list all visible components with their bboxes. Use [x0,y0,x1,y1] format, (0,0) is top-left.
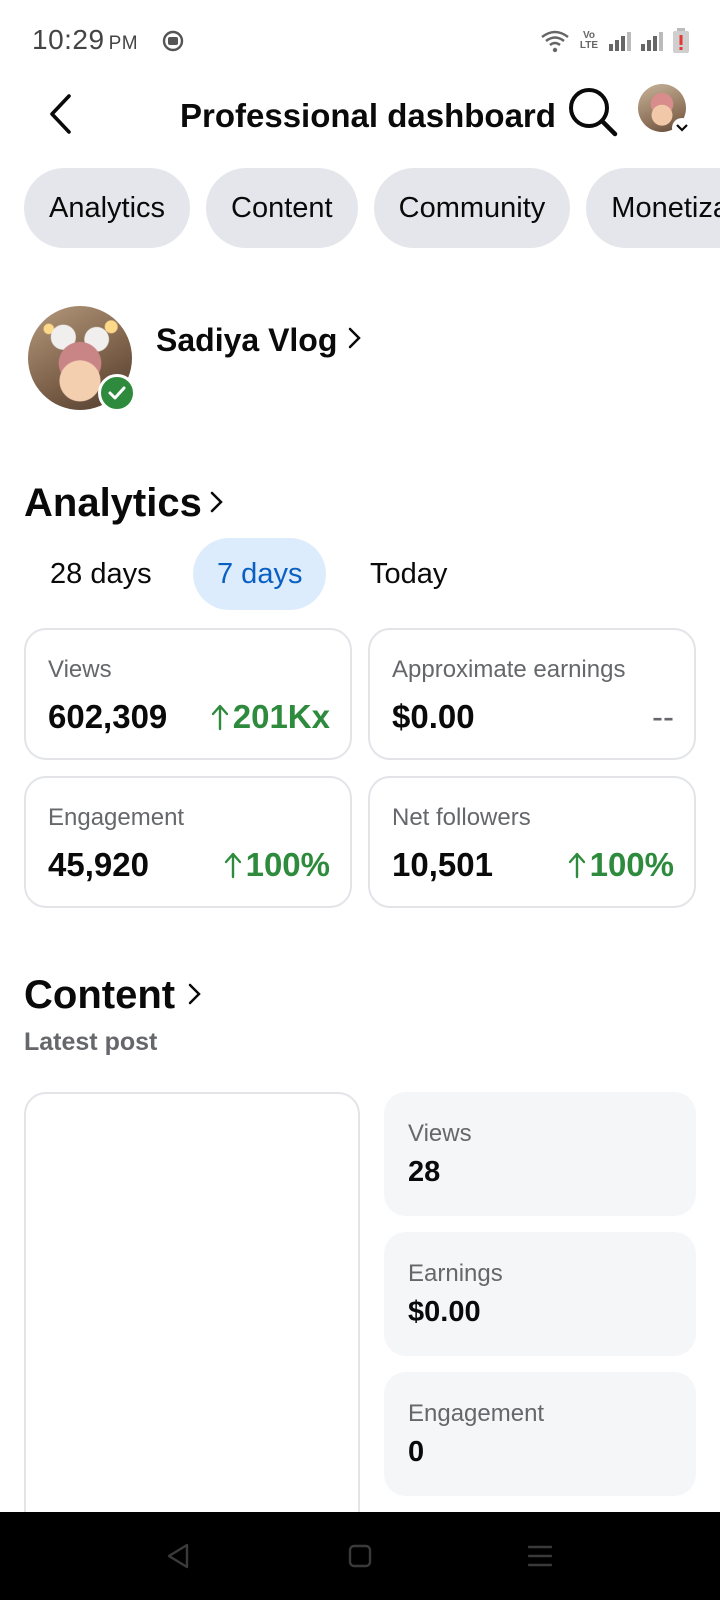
nav-menu-icon [527,1545,553,1567]
metric-label: Earnings [408,1260,503,1287]
stat-value: 45,920 [48,846,149,883]
post-metric-views: Views 28 [384,1092,696,1216]
nav-back-icon [167,1543,189,1569]
analytics-heading[interactable]: Analytics [24,478,202,528]
stat-label: Approximate earnings [392,656,626,683]
chip-row: Analytics Content Community Monetization [24,168,720,248]
system-nav-bar [0,1512,720,1600]
profile-name: Sadiya Vlog [156,322,338,358]
nav-home-button[interactable] [340,1536,380,1576]
stat-card-net-followers[interactable]: Net followers 10,501 100% [368,776,696,908]
stat-value: 10,501 [392,846,493,883]
arrow-up-icon [224,852,241,879]
verified-check-icon [98,374,136,412]
stat-delta: 100% [224,846,330,884]
metric-label: Views [408,1120,472,1147]
analytics-chevron-right-icon[interactable] [210,490,224,514]
range-tab-7-days[interactable]: 7 days [193,538,327,610]
post-metric-engagement: Engagement 0 [384,1372,696,1496]
arrow-up-icon [211,704,228,731]
stat-label: Views [48,656,112,683]
content-chevron-right-icon[interactable] [188,982,202,1006]
arrow-up-icon [568,852,585,879]
stat-card-engagement[interactable]: Engagement 45,920 100% [24,776,352,908]
metric-value: $0.00 [408,1296,481,1328]
stat-card-views[interactable]: Views 602,309 201Kx [24,628,352,760]
latest-post-preview[interactable] [24,1092,360,1532]
stat-delta: 201Kx [211,698,330,736]
chip-monetization[interactable]: Monetization [586,168,720,248]
stat-label: Engagement [48,804,185,831]
chip-analytics[interactable]: Analytics [24,168,191,248]
stat-delta: -- [652,698,674,735]
post-metric-earnings: Earnings $0.00 [384,1232,696,1356]
stat-card-earnings[interactable]: Approximate earnings $0.00 -- [368,628,696,760]
nav-menu-button[interactable] [520,1536,560,1576]
metric-value: 0 [408,1436,425,1468]
stat-delta: 100% [568,846,674,884]
latest-post-label: Latest post [24,1028,158,1056]
metric-value: 28 [408,1156,441,1188]
content-heading[interactable]: Content [24,970,175,1020]
chip-content[interactable]: Content [206,168,358,248]
chip-community[interactable]: Community [373,168,571,248]
range-tab-28-days[interactable]: 28 days [26,538,176,610]
range-tab-today[interactable]: Today [346,538,471,610]
stat-value: $0.00 [392,698,475,735]
chevron-right-icon [348,327,361,349]
stat-label: Net followers [392,804,531,831]
stat-value: 602,309 [48,698,168,735]
chips-scroller: Analytics Content Community Monetization [0,0,720,260]
nav-back-button[interactable] [158,1536,198,1576]
nav-home-icon [348,1544,372,1568]
metric-label: Engagement [408,1400,545,1427]
